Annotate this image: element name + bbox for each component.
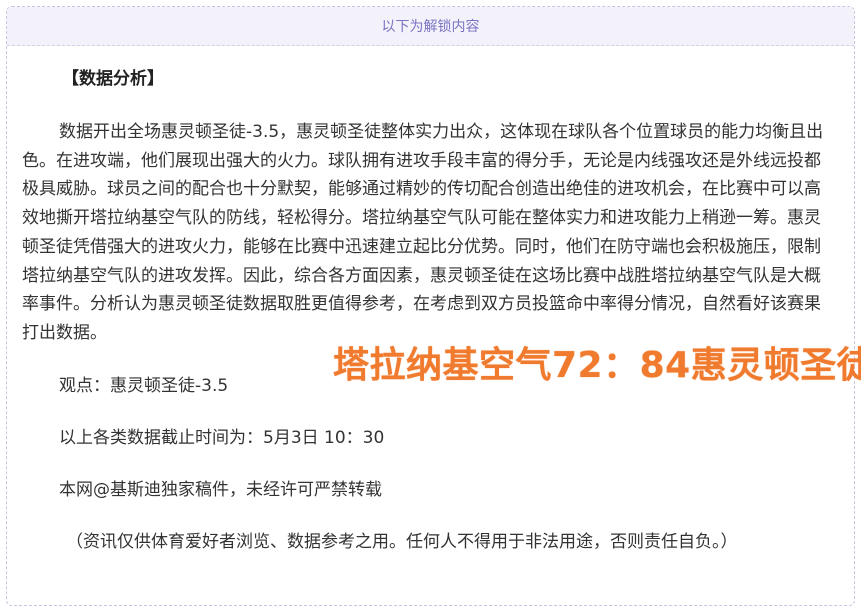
unlock-notice-text: 以下为解锁内容	[381, 19, 480, 35]
article-body: 数据开出全场惠灵顿圣徒-3.5，惠灵顿圣徒整体实力出众，这体现在球队各个位置球员…	[22, 122, 824, 343]
unlock-notice-bar: 以下为解锁内容	[7, 7, 854, 46]
disclaimer-text: （资讯仅供体育爱好者浏览、数据参考之用。任何人不得用于非法用途，否则责任自负。）	[66, 531, 738, 552]
article-content: 【数据分析】 数据开出全场惠灵顿圣徒-3.5，惠灵顿圣徒整体实力出众，这体现在球…	[22, 64, 828, 556]
copyright-notice: 本网@基斯迪独家稿件，未经许可严禁转载	[59, 479, 382, 500]
score-overlay: 塔拉纳基空气72：84惠灵顿圣徒	[333, 345, 861, 386]
cutoff-time-line: 以上各类数据截止时间为：5月3日 10：30	[59, 427, 385, 448]
article-heading: 【数据分析】	[62, 69, 164, 89]
